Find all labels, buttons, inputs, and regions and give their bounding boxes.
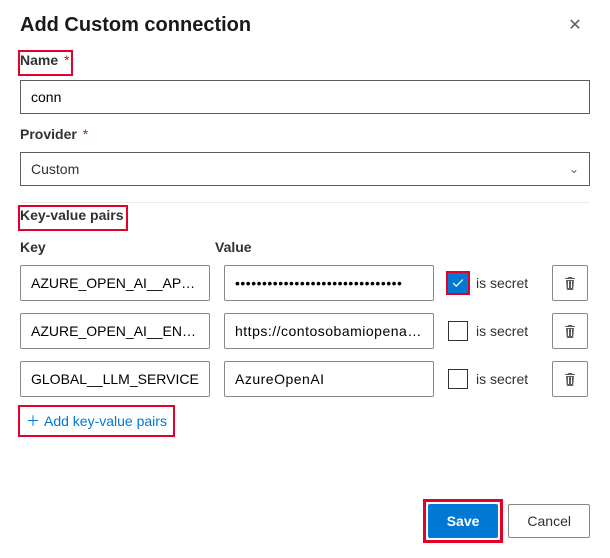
name-label-highlight: Name *: [20, 52, 71, 74]
divider: [20, 202, 590, 203]
name-label: Name: [20, 52, 58, 68]
kv-secret-wrap: is secret: [448, 369, 538, 389]
add-kv-highlight: ＋ Add key-value pairs: [20, 407, 173, 435]
kv-section-label-highlight: Key-value pairs: [20, 207, 126, 229]
dialog-header: Add Custom connection ✕: [0, 0, 610, 46]
kv-value-input[interactable]: [224, 265, 434, 301]
chevron-down-icon: ⌄: [569, 162, 579, 176]
kv-value-input[interactable]: [224, 313, 434, 349]
close-icon: ✕: [568, 17, 581, 34]
kv-secret-wrap: is secret: [448, 273, 538, 293]
kv-key-input[interactable]: [20, 361, 210, 397]
required-marker: *: [83, 126, 88, 142]
dialog-footer: Save Cancel: [428, 504, 590, 538]
cancel-button[interactable]: Cancel: [508, 504, 590, 538]
provider-value: Custom: [31, 161, 79, 177]
close-button[interactable]: ✕: [560, 10, 590, 40]
kv-delete-button[interactable]: [552, 361, 588, 397]
name-input[interactable]: [20, 80, 590, 114]
kv-section-label: Key-value pairs: [20, 207, 124, 223]
kv-section: Key-value pairs: [0, 207, 610, 235]
kv-secret-checkbox[interactable]: [448, 273, 468, 293]
kv-value-header: Value: [215, 239, 590, 255]
required-marker: *: [64, 52, 69, 68]
kv-secret-wrap: is secret: [448, 321, 538, 341]
kv-row: is secret: [0, 355, 610, 403]
kv-row: is secret: [0, 259, 610, 307]
provider-select[interactable]: Custom ⌄: [20, 152, 590, 186]
check-icon: [451, 276, 465, 290]
provider-section: Provider * Custom ⌄: [0, 120, 610, 192]
trash-icon: [562, 275, 578, 291]
save-button-highlight: Save: [428, 504, 499, 538]
kv-key-input[interactable]: [20, 313, 210, 349]
kv-key-header: Key: [20, 239, 215, 255]
kv-row: is secret: [0, 307, 610, 355]
name-section: Name *: [0, 46, 610, 120]
kv-rows-container: is secret is secret is secret: [0, 259, 610, 403]
trash-icon: [562, 323, 578, 339]
save-button[interactable]: Save: [428, 504, 499, 538]
kv-header-row: Key Value: [0, 235, 610, 259]
provider-label: Provider: [20, 126, 77, 142]
kv-secret-label: is secret: [476, 275, 528, 291]
add-kv-label: Add key-value pairs: [44, 413, 167, 429]
trash-icon: [562, 371, 578, 387]
kv-secret-checkbox[interactable]: [448, 369, 468, 389]
kv-secret-checkbox[interactable]: [448, 321, 468, 341]
add-kv-section: ＋ Add key-value pairs: [0, 403, 610, 441]
kv-value-input[interactable]: [224, 361, 434, 397]
add-kv-button[interactable]: ＋ Add key-value pairs: [22, 409, 171, 433]
plus-icon: ＋: [26, 411, 40, 431]
kv-delete-button[interactable]: [552, 313, 588, 349]
kv-key-input[interactable]: [20, 265, 210, 301]
kv-secret-label: is secret: [476, 371, 528, 387]
dialog-title: Add Custom connection: [20, 14, 251, 37]
kv-secret-label: is secret: [476, 323, 528, 339]
kv-delete-button[interactable]: [552, 265, 588, 301]
